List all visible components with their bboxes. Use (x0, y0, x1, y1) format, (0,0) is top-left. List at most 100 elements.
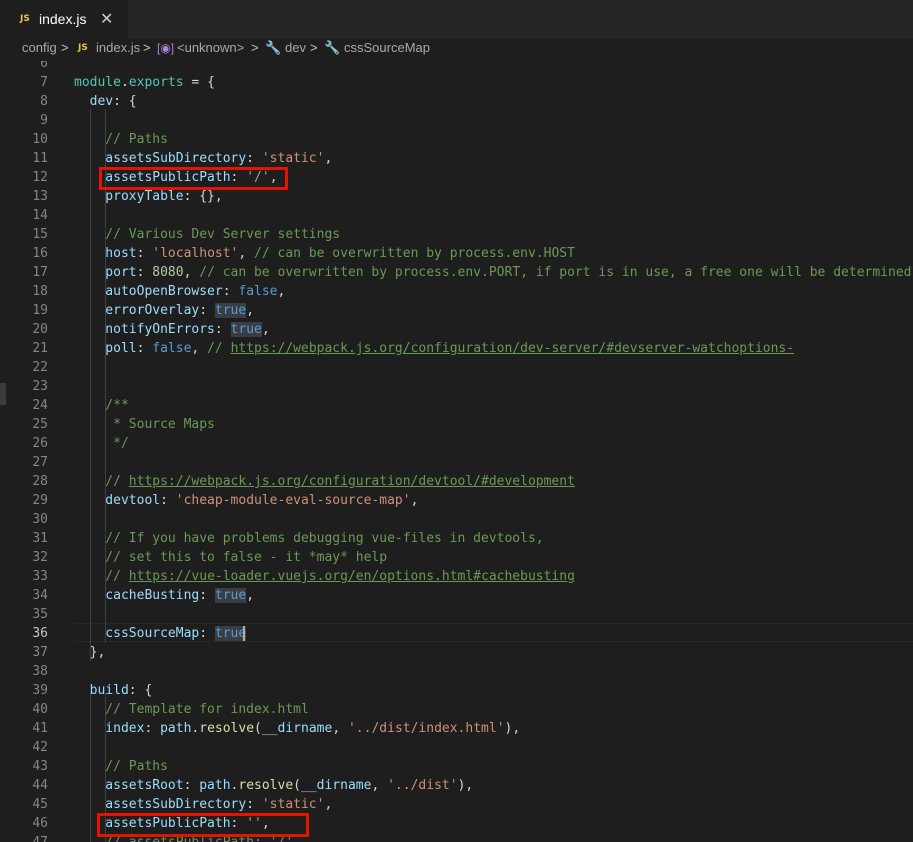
code-line: index: path.resolve(__dirname, '../dist/… (74, 719, 520, 738)
code-token: = { (183, 75, 215, 90)
line-number: 42 (32, 740, 48, 755)
code-token: , (324, 797, 333, 812)
code-line: // If you have problems debugging vue-fi… (74, 529, 544, 548)
line-number: 40 (32, 702, 48, 717)
code-token: // (207, 341, 231, 356)
code-token: true (214, 303, 247, 318)
code-token: true (214, 588, 247, 603)
breadcrumb-item-unknown[interactable]: <unknown> (177, 40, 244, 55)
line-number: 23 (32, 379, 48, 394)
code-token: // Template for index.html (74, 702, 309, 717)
code-editor[interactable]: 6 7 8 9 10 11 12 13 14 15 16 17 18 19 20 21 22 23 24 25 26 27… (0, 61, 913, 842)
code-token: // set this to false - it *may* help (74, 550, 388, 565)
code-line: host: 'localhost', // can be overwritten… (74, 244, 575, 263)
tab-index-js[interactable]: JS index.js ✕ (0, 0, 128, 39)
code-line: // Various Dev Server settings (74, 225, 340, 244)
line-number: 34 (32, 588, 48, 603)
code-token: */ (74, 436, 129, 451)
code-line: devtool: 'cheap-module-eval-source-map', (74, 491, 418, 510)
code-line: assetsSubDirectory: 'static', (74, 795, 332, 814)
chevron-right-icon: > (251, 40, 259, 55)
code-line: // https://vue-loader.vuejs.org/en/optio… (74, 567, 575, 586)
code-token: 'static' (261, 151, 325, 166)
line-number: 35 (32, 607, 48, 622)
code-token: // (74, 569, 129, 584)
code-token: : (144, 721, 161, 736)
code-line: assetsRoot: path.resolve(__dirname, '../… (74, 776, 473, 795)
code-line: // https://webpack.js.org/configuration/… (74, 472, 575, 491)
code-line: poll: false, // https://webpack.js.org/c… (74, 339, 794, 358)
line-number: 10 (32, 132, 48, 147)
line-number: 7 (40, 75, 48, 90)
code-token: , (246, 303, 255, 318)
line-number: 36 (32, 626, 48, 641)
breadcrumb-item-config[interactable]: config (22, 40, 57, 55)
code-token: index (74, 721, 145, 736)
code-token: , (332, 721, 348, 736)
code-token: : (222, 284, 239, 299)
line-number: 17 (32, 265, 48, 280)
breadcrumb-item-dev[interactable]: dev (285, 40, 306, 55)
code-token: autoOpenBrowser (74, 284, 223, 299)
code-line: /** (74, 396, 129, 415)
line-number: 46 (32, 816, 48, 831)
code-token: // Various Dev Server settings (74, 227, 341, 242)
code-token: : (246, 151, 262, 166)
wrench-icon: 🔧 (265, 40, 282, 55)
code-token: // Paths (74, 132, 168, 147)
code-line: module.exports = { (74, 73, 215, 92)
code-token: // Paths (74, 759, 168, 774)
code-token: path (199, 778, 231, 793)
code-token: : {}, (183, 189, 223, 204)
code-token: '../dist/index.html' (347, 721, 505, 736)
code-token: * Source Maps (74, 417, 215, 432)
code-line: autoOpenBrowser: false, (74, 282, 285, 301)
code-token: : (199, 588, 215, 603)
code-token: /** (74, 398, 129, 413)
code-line: assetsSubDirectory: 'static', (74, 149, 332, 168)
code-token: 'cheap-module-eval-source-map' (175, 493, 411, 508)
code-token: https://vue-loader.vuejs.org/en/options.… (128, 569, 575, 584)
line-number: 32 (32, 550, 48, 565)
code-token: false (152, 341, 192, 356)
code-line: */ (74, 434, 129, 453)
code-token: assetsSubDirectory (74, 797, 247, 812)
code-token: ), (457, 778, 474, 793)
code-token: , (410, 493, 419, 508)
code-token: , (261, 322, 270, 337)
code-line: build: { (74, 681, 153, 700)
wrench-icon: 🔧 (324, 40, 341, 55)
line-number: 30 (32, 512, 48, 527)
breadcrumb-item-cssSourceMap[interactable]: cssSourceMap (344, 40, 430, 55)
highlight-box (97, 813, 309, 837)
line-number: 47 (0, 833, 48, 842)
code-token: 'static' (261, 797, 325, 812)
line-number: 8 (40, 94, 48, 109)
code-token: true (230, 322, 262, 337)
code-line: port: 8080, // can be overwritten by pro… (74, 263, 911, 282)
tab-bar: JS index.js ✕ (0, 0, 913, 39)
breadcrumb-item-file[interactable]: index.js (96, 40, 140, 55)
code-token: // If you have problems debugging vue-fi… (74, 531, 544, 546)
code-line: // Paths (74, 757, 168, 776)
code-token: , (324, 151, 333, 166)
chevron-right-icon: > (61, 40, 69, 55)
code-token: notifyOnErrors (74, 322, 215, 337)
chevron-right-icon: > (310, 40, 318, 55)
highlight-box (99, 167, 288, 190)
code-token: build (74, 683, 129, 698)
line-number: 28 (32, 474, 48, 489)
code-line: cssSourceMap: true (74, 624, 247, 643)
code-token: assetsRoot (74, 778, 184, 793)
code-token: , (277, 284, 286, 299)
line-number: 6 (40, 61, 48, 71)
code-token: resolve (199, 721, 255, 736)
line-number: 39 (32, 683, 48, 698)
code-token: ( (254, 721, 262, 736)
code-token: . (120, 75, 129, 90)
code-token: : { (113, 94, 137, 109)
line-number: 31 (32, 531, 48, 546)
close-icon[interactable]: ✕ (100, 9, 113, 28)
code-line: * Source Maps (74, 415, 215, 434)
